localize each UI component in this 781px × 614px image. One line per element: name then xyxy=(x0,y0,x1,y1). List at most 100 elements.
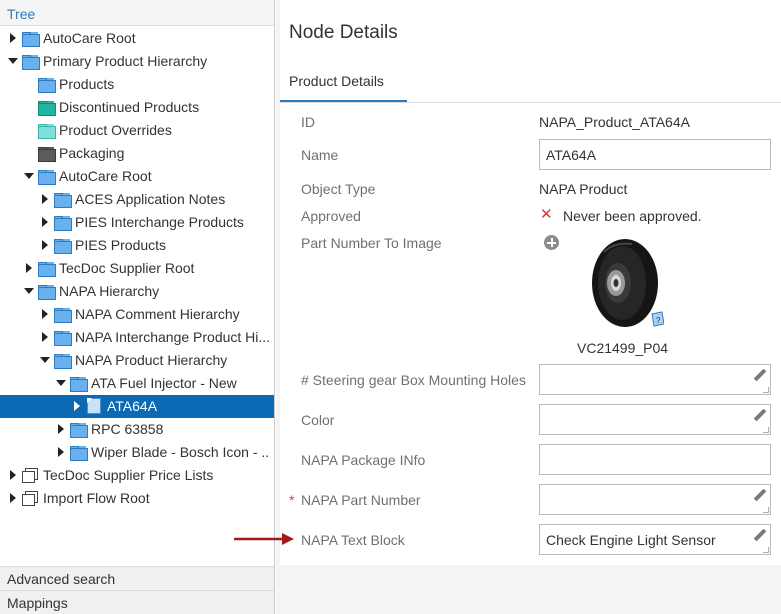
tree-item-label: TecDoc Supplier Root xyxy=(59,260,195,276)
caret-right-icon[interactable] xyxy=(8,32,18,44)
tree-header[interactable]: Tree xyxy=(0,0,274,26)
details-card: Node Details Product Details ID NAPA_Pro… xyxy=(280,0,781,565)
object-type-label: Object Type xyxy=(301,181,376,197)
caret-down-icon[interactable] xyxy=(56,377,66,389)
tree-item[interactable]: Product Overrides xyxy=(0,119,274,142)
required-marker: * xyxy=(289,492,295,508)
caret-right-icon[interactable] xyxy=(8,469,18,481)
folder-icon xyxy=(54,239,72,254)
id-value: NAPA_Product_ATA64A xyxy=(539,114,690,130)
tree-header-label: Tree xyxy=(7,6,36,22)
text-block-field[interactable]: Check Engine Light Sensor xyxy=(539,524,771,555)
not-approved-icon: ✕ xyxy=(540,206,553,223)
tree-panel: Tree AutoCare Root Primary Product Hierar… xyxy=(0,0,275,614)
caret-right-icon[interactable] xyxy=(24,262,34,274)
package-info-field[interactable] xyxy=(539,444,771,475)
add-image-icon[interactable] xyxy=(544,235,559,250)
tree-item-label: NAPA Interchange Product Hi... xyxy=(75,329,270,345)
tree-item-label: PIES Interchange Products xyxy=(75,214,244,230)
caret-right-icon[interactable] xyxy=(40,331,50,343)
tree-item[interactable]: PIES Interchange Products xyxy=(0,211,274,234)
page-title: Node Details xyxy=(289,22,398,43)
edit-pencil-icon[interactable] xyxy=(752,529,766,543)
name-value: ATA64A xyxy=(546,147,597,163)
folder-icon xyxy=(54,216,72,231)
resize-handle-icon[interactable] xyxy=(763,547,769,553)
folder-icon xyxy=(38,262,56,277)
edit-pencil-icon[interactable] xyxy=(752,489,766,503)
text-block-label: NAPA Text Block xyxy=(301,532,405,548)
tree-item-label: AutoCare Root xyxy=(43,30,136,46)
steering-field[interactable] xyxy=(539,364,771,395)
tree-item[interactable]: Import Flow Root xyxy=(0,487,274,510)
name-field[interactable]: ATA64A xyxy=(539,139,771,170)
caret-down-icon[interactable] xyxy=(24,170,34,182)
tree-item[interactable]: ACES Application Notes xyxy=(0,188,274,211)
part-image-label: Part Number To Image xyxy=(301,235,442,251)
tree-item[interactable]: NAPA Hierarchy xyxy=(0,280,274,303)
caret-right-icon[interactable] xyxy=(40,308,50,320)
tab-divider xyxy=(280,102,781,103)
folder-icon xyxy=(22,32,40,47)
edit-pencil-icon[interactable] xyxy=(752,369,766,383)
steering-label: # Steering gear Box Mounting Holes xyxy=(301,372,526,388)
folder-icon xyxy=(38,101,56,116)
caret-down-icon[interactable] xyxy=(40,354,50,366)
tree-item[interactable]: ATA Fuel Injector - New xyxy=(0,372,274,395)
tree-item[interactable]: NAPA Comment Hierarchy xyxy=(0,303,274,326)
part-number-field[interactable] xyxy=(539,484,771,515)
tree-item-label: TecDoc Supplier Price Lists xyxy=(43,467,214,483)
caret-right-icon[interactable] xyxy=(8,492,18,504)
tree-item[interactable]: TecDoc Supplier Price Lists xyxy=(0,464,274,487)
advanced-search-panel[interactable]: Advanced search xyxy=(0,566,274,590)
resize-handle-icon[interactable] xyxy=(763,427,769,433)
color-label: Color xyxy=(301,412,335,428)
tree-item[interactable]: RPC 63858 xyxy=(0,418,274,441)
approved-label: Approved xyxy=(301,208,361,224)
tree-item[interactable]: NAPA Product Hierarchy xyxy=(0,349,274,372)
package-info-label: NAPA Package INfo xyxy=(301,452,426,468)
tree-item[interactable]: Discontinued Products xyxy=(0,96,274,119)
tree-item[interactable]: Wiper Blade - Bosch Icon - ... xyxy=(0,441,274,464)
tree-item[interactable]: Packaging xyxy=(0,142,274,165)
edit-pencil-icon[interactable] xyxy=(752,409,766,423)
tab-product-details[interactable]: Product Details xyxy=(280,62,407,103)
tree-item-label: NAPA Product Hierarchy xyxy=(75,352,228,368)
color-field[interactable] xyxy=(539,404,771,435)
folder-icon xyxy=(70,377,88,392)
caret-right-icon[interactable] xyxy=(40,193,50,205)
part-number-label: NAPA Part Number xyxy=(301,492,421,508)
advanced-search-label: Advanced search xyxy=(7,571,116,587)
tree-item[interactable]: AutoCare Root xyxy=(0,165,274,188)
tree-item[interactable]: Products xyxy=(0,73,274,96)
caret-right-icon[interactable] xyxy=(56,423,66,435)
tree-item-label: NAPA Hierarchy xyxy=(59,283,160,299)
caret-right-icon[interactable] xyxy=(40,239,50,251)
mappings-label: Mappings xyxy=(7,595,68,611)
tree-item-label: ACES Application Notes xyxy=(75,191,226,207)
text-block-value: Check Engine Light Sensor xyxy=(546,532,716,548)
mappings-panel[interactable]: Mappings xyxy=(0,590,274,614)
tree-item-label: AutoCare Root xyxy=(59,168,152,184)
folder-icon xyxy=(38,78,56,93)
tree-item-label: Wiper Blade - Bosch Icon - ... xyxy=(91,444,270,460)
caret-right-icon[interactable] xyxy=(56,446,66,458)
tree-item[interactable]: PIES Products xyxy=(0,234,274,257)
resize-handle-icon[interactable] xyxy=(763,387,769,393)
tree-item-label: Packaging xyxy=(59,145,125,161)
tree-item-label: NAPA Comment Hierarchy xyxy=(75,306,240,322)
tree-item[interactable]: TecDoc Supplier Root xyxy=(0,257,274,280)
caret-down-icon[interactable] xyxy=(24,285,34,297)
caret-right-icon[interactable] xyxy=(40,216,50,228)
annotation-arrow-icon xyxy=(234,533,294,545)
caret-down-icon[interactable] xyxy=(8,55,18,67)
tree-item[interactable]: Primary Product Hierarchy xyxy=(0,50,274,73)
tree-item[interactable]: AutoCare Root xyxy=(0,27,274,50)
resize-handle-icon[interactable] xyxy=(763,507,769,513)
tree-item[interactable]: ATA64A xyxy=(0,395,274,418)
caret-right-icon[interactable] xyxy=(72,400,82,412)
product-icon xyxy=(86,398,102,414)
part-thumbnail[interactable]: ? xyxy=(592,238,664,328)
tree-item[interactable]: NAPA Interchange Product Hi... xyxy=(0,326,274,349)
tree-item-label: PIES Products xyxy=(75,237,167,253)
